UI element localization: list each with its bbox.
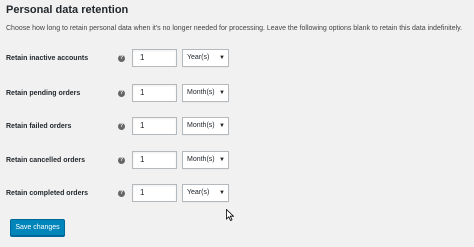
help-icon[interactable]: ?: [118, 123, 125, 130]
save-changes-button[interactable]: Save changes: [10, 219, 65, 236]
retention-unit-select[interactable]: Month(s) ▼: [182, 84, 229, 102]
retention-row-cancelled-orders: Retain cancelled orders ? 1 Month(s) ▼: [6, 151, 470, 171]
settings-panel: Personal data retention Choose how long …: [6, 0, 470, 247]
retention-row-pending-orders: Retain pending orders ? 1 Month(s) ▼: [6, 84, 470, 104]
row-label: Retain inactive accounts: [6, 55, 89, 62]
help-icon[interactable]: ?: [118, 190, 125, 197]
retention-unit-select[interactable]: Year(s) ▼: [182, 184, 229, 202]
help-icon[interactable]: ?: [118, 90, 125, 97]
retention-number-input[interactable]: 1: [132, 49, 177, 67]
chevron-down-icon: ▼: [219, 90, 225, 96]
select-value: Month(s): [187, 89, 215, 96]
section-description: Choose how long to retain personal data …: [6, 25, 463, 32]
retention-unit-select[interactable]: Year(s) ▼: [182, 49, 229, 67]
retention-number-input[interactable]: 1: [132, 184, 177, 202]
section-title: Personal data retention: [6, 4, 129, 16]
retention-row-failed-orders: Retain failed orders ? 1 Month(s) ▼: [6, 117, 470, 137]
retention-unit-select[interactable]: Month(s) ▼: [182, 151, 229, 169]
select-value: Month(s): [187, 122, 215, 129]
row-label: Retain completed orders: [6, 190, 89, 197]
select-value: Year(s): [187, 189, 210, 196]
help-icon[interactable]: ?: [118, 55, 125, 62]
chevron-down-icon: ▼: [219, 190, 225, 196]
help-icon[interactable]: ?: [118, 157, 125, 164]
chevron-down-icon: ▼: [219, 55, 225, 61]
select-value: Year(s): [187, 54, 210, 61]
row-label: Retain failed orders: [6, 123, 72, 130]
retention-row-inactive-accounts: Retain inactive accounts ? 1 Year(s) ▼: [6, 49, 470, 69]
retention-row-completed-orders: Retain completed orders ? 1 Year(s) ▼: [6, 184, 470, 204]
row-label: Retain cancelled orders: [6, 157, 85, 164]
chevron-down-icon: ▼: [219, 123, 225, 129]
chevron-down-icon: ▼: [219, 157, 225, 163]
retention-number-input[interactable]: 1: [132, 151, 177, 169]
retention-number-input[interactable]: 1: [132, 84, 177, 102]
select-value: Month(s): [187, 156, 215, 163]
mouse-cursor-icon: [226, 209, 234, 221]
retention-number-input[interactable]: 1: [132, 117, 177, 135]
retention-unit-select[interactable]: Month(s) ▼: [182, 117, 229, 135]
row-label: Retain pending orders: [6, 90, 81, 97]
